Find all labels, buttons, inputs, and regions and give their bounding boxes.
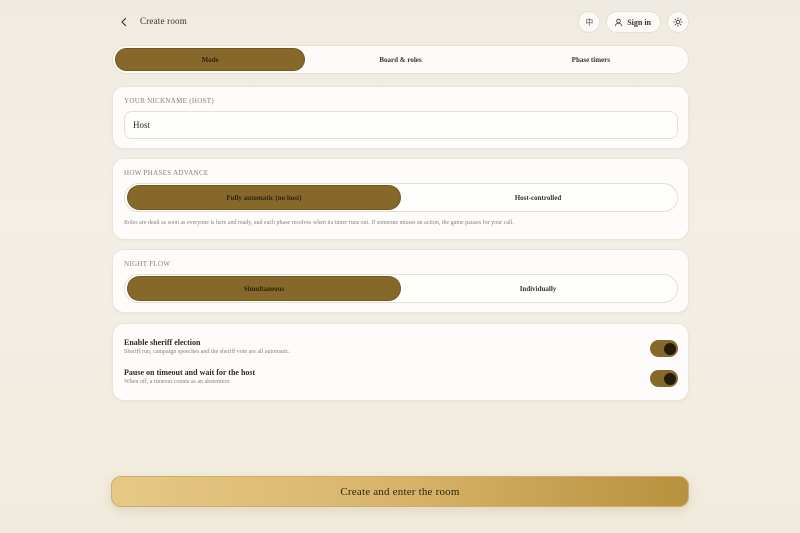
option-simultaneous[interactable]: Simultaneous: [127, 276, 401, 301]
option-host-controlled[interactable]: Host-controlled: [401, 185, 675, 210]
nickname-card: YOUR NICKNAME (HOST) Host: [112, 86, 689, 149]
create-room-label: Create and enter the room: [340, 485, 460, 498]
settings-tabs: Mode Board & roles Phase timers: [112, 45, 689, 74]
phase-mode-selector: Fully automatic (no host) Host-controlle…: [124, 183, 678, 212]
sign-in-button[interactable]: Sign in: [606, 11, 661, 33]
phase-mode-note: Roles are dealt as soon as everyone is h…: [124, 220, 514, 226]
pause-timeout-desc: When off, a timeout counts as an abstent…: [124, 379, 230, 385]
option-fully-automatic[interactable]: Fully automatic (no host): [127, 185, 401, 210]
sun-icon: [673, 17, 683, 27]
sheriff-election-row: Enable sheriff election Sheriff run, cam…: [124, 338, 678, 360]
pause-timeout-title: Pause on timeout and wait for the host: [124, 368, 256, 377]
pause-timeout-toggle[interactable]: [650, 370, 678, 387]
user-icon: [615, 18, 623, 26]
language-button[interactable]: 中: [578, 11, 601, 33]
top-bar: Create room 中 Sign in: [112, 11, 689, 33]
top-actions: 中 Sign in: [578, 11, 689, 33]
phase-mode-label: HOW PHASES ADVANCE: [124, 169, 209, 177]
theme-toggle-button[interactable]: [667, 11, 689, 33]
night-flow-card: NIGHT FLOW Simultaneous Individually: [112, 249, 689, 313]
toggle-knob: [664, 342, 676, 355]
nickname-value: Host: [133, 120, 151, 130]
toggle-knob: [664, 372, 676, 385]
night-flow-selector: Simultaneous Individually: [124, 274, 678, 303]
tab-phase-timers[interactable]: Phase timers: [496, 48, 686, 71]
page-title: Create room: [140, 16, 187, 26]
phase-mode-card: HOW PHASES ADVANCE Fully automatic (no h…: [112, 158, 689, 240]
tab-mode[interactable]: Mode: [115, 48, 306, 71]
language-icon: 中: [585, 17, 594, 27]
night-flow-label: NIGHT FLOW: [124, 260, 171, 268]
sign-in-label: Sign in: [627, 17, 651, 27]
back-button[interactable]: [116, 14, 132, 30]
create-room-button[interactable]: Create and enter the room: [111, 476, 689, 507]
chevron-left-icon: [121, 17, 127, 27]
option-individually[interactable]: Individually: [401, 276, 675, 301]
sheriff-election-title: Enable sheriff election: [124, 338, 201, 347]
sheriff-election-toggle[interactable]: [650, 340, 678, 357]
sheriff-election-desc: Sheriff run, campaign speeches and the s…: [124, 349, 291, 355]
tab-board-roles[interactable]: Board & roles: [305, 48, 495, 71]
nickname-label: YOUR NICKNAME (HOST): [124, 97, 214, 105]
pause-timeout-row: Pause on timeout and wait for the host W…: [124, 368, 678, 390]
options-card: Enable sheriff election Sheriff run, cam…: [112, 323, 689, 401]
nickname-input[interactable]: Host: [124, 111, 678, 139]
